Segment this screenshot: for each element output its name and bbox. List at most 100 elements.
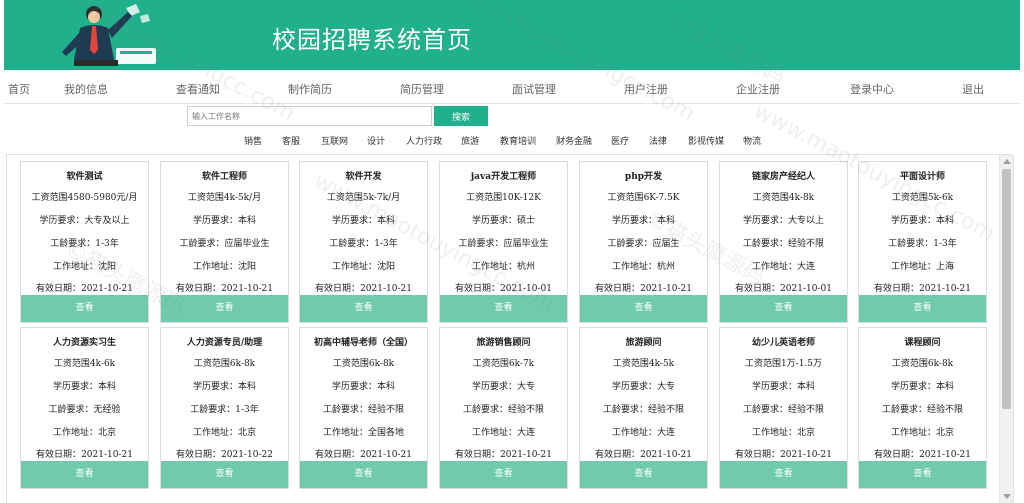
job-search-input[interactable] bbox=[187, 106, 432, 126]
view-job-button[interactable]: 查看 bbox=[580, 461, 707, 488]
job-valid-date-label: 有效日期： bbox=[595, 450, 641, 460]
category-logistics[interactable]: 物流 bbox=[743, 134, 761, 147]
job-salary-label: 工资范围 bbox=[326, 193, 363, 203]
job-location-label: 工作地址： bbox=[331, 262, 377, 272]
view-job-button[interactable]: 查看 bbox=[580, 295, 707, 322]
job-education-label: 学历要求： bbox=[611, 382, 657, 392]
view-job-button[interactable]: 查看 bbox=[161, 461, 288, 488]
category-hr-admin[interactable]: 人力行政 bbox=[406, 134, 442, 147]
view-job-button[interactable]: 查看 bbox=[720, 461, 847, 488]
job-salary-value: 5k-6k bbox=[927, 193, 954, 203]
category-law[interactable]: 法律 bbox=[649, 134, 667, 147]
job-education-value: 本科 bbox=[377, 216, 396, 226]
nav-create-resume[interactable]: 制作简历 bbox=[288, 81, 332, 97]
job-valid-date-label: 有效日期： bbox=[735, 450, 781, 460]
nav-resume-manage[interactable]: 简历管理 bbox=[400, 81, 444, 97]
category-service[interactable]: 客服 bbox=[282, 134, 300, 147]
job-location-label: 工作地址： bbox=[322, 428, 368, 438]
job-location-value: 全国各地 bbox=[368, 428, 405, 438]
job-valid-date: 有效日期：2021-10-21 bbox=[859, 447, 986, 460]
scroll-thumb[interactable] bbox=[1002, 169, 1011, 409]
view-job-button[interactable]: 查看 bbox=[720, 295, 847, 322]
job-experience-label: 工龄要求： bbox=[462, 405, 508, 415]
job-education-value: 本科 bbox=[377, 382, 396, 392]
job-experience-value: 经验不限 bbox=[508, 405, 545, 415]
job-valid-date-label: 有效日期： bbox=[874, 450, 920, 460]
job-title: 初高中辅导老师（全国） bbox=[300, 335, 427, 348]
view-job-button[interactable]: 查看 bbox=[440, 461, 567, 488]
job-location: 工作地址：大连 bbox=[580, 425, 707, 438]
job-education: 学历要求：本科 bbox=[21, 379, 148, 392]
scroll-down-icon[interactable] bbox=[1003, 494, 1011, 499]
nav-logout[interactable]: 退出 bbox=[962, 81, 984, 97]
job-experience: 工龄要求：应届毕业生 bbox=[440, 236, 567, 249]
scrollbar[interactable] bbox=[999, 155, 1013, 503]
category-media[interactable]: 影视传媒 bbox=[688, 134, 724, 147]
nav-home[interactable]: 首页 bbox=[8, 81, 30, 97]
job-valid-date: 有效日期：2021-10-21 bbox=[300, 447, 427, 460]
category-sales[interactable]: 销售 bbox=[244, 134, 262, 147]
job-experience-value: 经验不限 bbox=[648, 405, 685, 415]
job-location: 工作地址：北京 bbox=[21, 425, 148, 438]
job-experience-label: 工龄要求： bbox=[458, 239, 504, 249]
view-job-button[interactable]: 查看 bbox=[300, 461, 427, 488]
job-location: 工作地址：全国各地 bbox=[300, 425, 427, 438]
category-design[interactable]: 设计 bbox=[367, 134, 385, 147]
job-title: 软件测试 bbox=[21, 169, 148, 182]
job-salary-label: 工资范围 bbox=[472, 359, 509, 369]
nav-company-register[interactable]: 企业注册 bbox=[736, 81, 780, 97]
view-job-button[interactable]: 查看 bbox=[859, 295, 986, 322]
job-experience: 工龄要求：应届生 bbox=[580, 236, 707, 249]
nav-login-center[interactable]: 登录中心 bbox=[850, 81, 894, 97]
job-education: 学历要求：大专以上 bbox=[720, 213, 847, 226]
job-title: 人力资源专员/助理 bbox=[161, 335, 288, 348]
job-education: 学历要求：本科 bbox=[161, 379, 288, 392]
job-valid-date: 有效日期：2021-10-01 bbox=[440, 281, 567, 294]
view-job-button[interactable]: 查看 bbox=[161, 295, 288, 322]
category-finance[interactable]: 财务金融 bbox=[556, 134, 592, 147]
job-card: 软件开发 工资范围5k-7k/月 学历要求：本科 工龄要求：1-3年 工作地址：沈阳 有效… bbox=[299, 161, 428, 323]
job-location: 工作地址：上海 bbox=[859, 259, 986, 272]
category-internet[interactable]: 互联网 bbox=[321, 134, 348, 147]
search-button[interactable]: 搜索 bbox=[434, 106, 488, 126]
job-education-label: 学历要求： bbox=[742, 216, 788, 226]
job-salary-label: 工资范围 bbox=[607, 193, 644, 203]
job-location-label: 工作地址： bbox=[751, 262, 797, 272]
job-location-value: 杭州 bbox=[517, 262, 536, 272]
category-education[interactable]: 教育培训 bbox=[500, 134, 536, 147]
job-salary-label: 工资范围 bbox=[612, 359, 649, 369]
view-job-button[interactable]: 查看 bbox=[300, 295, 427, 322]
job-location-value: 大连 bbox=[517, 428, 536, 438]
job-salary-value: 6k-8k bbox=[229, 359, 256, 369]
job-valid-date-label: 有效日期： bbox=[315, 284, 361, 294]
job-title-value: 幼少儿英语老师 bbox=[751, 338, 815, 348]
nav-notifications[interactable]: 查看通知 bbox=[176, 81, 220, 97]
job-experience: 工龄要求：1-3年 bbox=[300, 236, 427, 249]
job-salary: 工资范围4k-6k bbox=[21, 356, 148, 369]
job-salary-value: 10K-12K bbox=[502, 193, 541, 203]
job-title: 软件开发 bbox=[300, 169, 427, 182]
job-education-label: 学历要求： bbox=[890, 382, 936, 392]
job-salary-label: 工资范围 bbox=[31, 193, 68, 203]
job-experience: 工龄要求：1-3年 bbox=[161, 402, 288, 415]
job-valid-date-label: 有效日期： bbox=[176, 450, 222, 460]
view-job-button[interactable]: 查看 bbox=[21, 461, 148, 488]
view-job-button[interactable]: 查看 bbox=[21, 295, 148, 322]
nav-interview-manage[interactable]: 面试管理 bbox=[512, 81, 556, 97]
job-experience-label: 工龄要求： bbox=[742, 405, 788, 415]
scroll-up-icon[interactable] bbox=[1003, 159, 1011, 164]
category-medical[interactable]: 医疗 bbox=[611, 134, 629, 147]
view-job-button[interactable]: 查看 bbox=[440, 295, 567, 322]
category-travel[interactable]: 旅游 bbox=[461, 134, 479, 147]
job-valid-date-value: 2021-10-21 bbox=[919, 450, 971, 460]
job-salary-label: 工资范围 bbox=[332, 359, 369, 369]
job-location-value: 大连 bbox=[797, 262, 816, 272]
job-location-value: 沈阳 bbox=[377, 262, 396, 272]
job-valid-date-value: 2021-10-21 bbox=[360, 284, 412, 294]
job-valid-date-value: 2021-10-01 bbox=[500, 284, 552, 294]
view-job-button[interactable]: 查看 bbox=[859, 461, 986, 488]
nav-user-register[interactable]: 用户注册 bbox=[624, 81, 668, 97]
nav-my-info[interactable]: 我的信息 bbox=[64, 81, 108, 97]
job-title: java开发工程师 bbox=[440, 169, 567, 182]
job-location: 工作地址：大连 bbox=[720, 259, 847, 272]
